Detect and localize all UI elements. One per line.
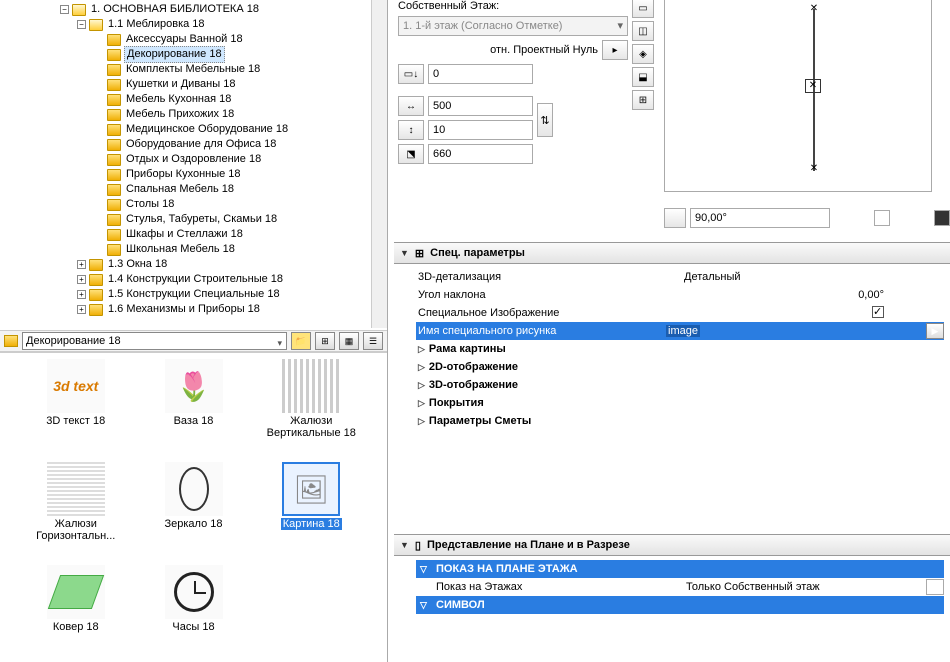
- tree-root[interactable]: −1. ОСНОВНАЯ БИБЛИОТЕКА 18: [60, 2, 385, 17]
- tree-item[interactable]: Кушетки и Диваны 18: [107, 77, 385, 92]
- angle-icon: [664, 208, 686, 228]
- browse-button[interactable]: ▶: [926, 323, 944, 339]
- tree-item[interactable]: Мебель Прихожих 18: [107, 107, 385, 122]
- z-input[interactable]: [428, 64, 533, 84]
- list-item[interactable]: Жалюзи Вертикальные 18: [265, 359, 357, 458]
- story-dropdown[interactable]: 1. 1-й этаж (Согласно Отметке): [398, 16, 628, 36]
- spec-group[interactable]: 2D-отображение: [416, 358, 944, 376]
- plan-sub-header[interactable]: ПОКАЗ НА ПЛАНЕ ЭТАЖА: [416, 560, 944, 578]
- list-item[interactable]: Часы 18: [148, 565, 240, 652]
- plan-row[interactable]: Показ на ЭтажахТолько Собственный этаж: [416, 578, 944, 596]
- depth-input[interactable]: [428, 144, 533, 164]
- tree-more[interactable]: +1.6 Механизмы и Приборы 18: [77, 302, 385, 317]
- height-input[interactable]: [428, 120, 533, 140]
- link-dimensions-button[interactable]: ⇅: [537, 103, 553, 137]
- mirror-v-button[interactable]: [934, 210, 950, 226]
- plan-section-body: ПОКАЗ НА ПЛАНЕ ЭТАЖА Показ на ЭтажахТоль…: [394, 556, 950, 618]
- library-tree[interactable]: −1. ОСНОВНАЯ БИБЛИОТЕКА 18 −1.1 Меблиров…: [0, 0, 387, 330]
- properties-panel: Собственный Этаж: 1. 1-й этаж (Согласно …: [394, 0, 950, 662]
- tree-item[interactable]: Оборудование для Офиса 18: [107, 137, 385, 152]
- tree-item[interactable]: Шкафы и Стеллажи 18: [107, 227, 385, 242]
- preview-canvas[interactable]: ✕ ✕ ✕: [664, 0, 932, 192]
- view-small-icons-button[interactable]: ▦: [339, 332, 359, 350]
- tree-item-selected[interactable]: Декорирование 18: [107, 47, 385, 62]
- tree-more[interactable]: +1.5 Конструкции Специальные 18: [77, 287, 385, 302]
- depth-icon: ⬔: [398, 144, 424, 164]
- tree-item[interactable]: Спальная Мебель 18: [107, 182, 385, 197]
- spec-group[interactable]: Покрытия: [416, 394, 944, 412]
- tree-item[interactable]: Отдых и Оздоровление 18: [107, 152, 385, 167]
- story-picker-button[interactable]: [926, 579, 944, 595]
- tree-more[interactable]: +1.4 Конструкции Строительные 18: [77, 272, 385, 287]
- tree-item[interactable]: Приборы Кухонные 18: [107, 167, 385, 182]
- tool-3d-icon[interactable]: ◫: [632, 21, 654, 41]
- height-icon: ↕: [398, 120, 424, 140]
- spec-row[interactable]: Специальное Изображение: [416, 304, 944, 322]
- list-item[interactable]: Зеркало 18: [148, 462, 240, 561]
- tree-item[interactable]: Стулья, Табуреты, Скамьи 18: [107, 212, 385, 227]
- list-item[interactable]: Ковер 18: [30, 565, 122, 652]
- list-item-selected[interactable]: 🖼Картина 18: [265, 462, 357, 561]
- tree-item[interactable]: Мебель Кухонная 18: [107, 92, 385, 107]
- plan-section-icon: ▯: [415, 539, 421, 552]
- library-panel: −1. ОСНОВНАЯ БИБЛИОТЕКА 18 −1.1 Меблиров…: [0, 0, 388, 662]
- list-item[interactable]: 🌷Ваза 18: [148, 359, 240, 458]
- collapse-icon: ▼: [400, 540, 409, 550]
- plan-section-header[interactable]: ▼ ▯ Представление на Плане и в Разрезе: [394, 534, 950, 556]
- spec-checkbox[interactable]: [872, 306, 884, 318]
- preview-tools: ▭ ◫ ◈ ⬓ ⊞: [632, 0, 656, 113]
- plan-section-title: Представление на Плане и в Разрезе: [427, 539, 630, 551]
- plan-sub-header[interactable]: СИМВОЛ: [416, 596, 944, 614]
- list-item[interactable]: 3d text3D текст 18: [30, 359, 122, 458]
- spec-row[interactable]: 3D-детализацияДетальный: [416, 268, 944, 286]
- tool-plan-icon[interactable]: ▭: [632, 0, 654, 18]
- tree-item[interactable]: Аксессуары Ванной 18: [107, 32, 385, 47]
- view-list-button[interactable]: ☰: [363, 332, 383, 350]
- z-icon: ▭↓: [398, 64, 424, 84]
- spec-params-icon: ⊞: [415, 247, 424, 260]
- tree-sub1[interactable]: −1.1 Меблировка 18: [77, 17, 385, 32]
- width-input[interactable]: [428, 96, 533, 116]
- list-item[interactable]: Жалюзи Горизонтальн...: [30, 462, 122, 561]
- tree-item[interactable]: Комплекты Мебельные 18: [107, 62, 385, 77]
- folder-name-dropdown[interactable]: Декорирование 18: [22, 332, 287, 350]
- library-bar: Декорирование 18 📁 ⊞ ▦ ☰: [0, 330, 387, 352]
- spec-group[interactable]: Рама картины: [416, 340, 944, 358]
- tree-item[interactable]: Медицинское Оборудование 18: [107, 122, 385, 137]
- view-large-icons-button[interactable]: ⊞: [315, 332, 335, 350]
- spec-row[interactable]: Угол наклона0,00°: [416, 286, 944, 304]
- vertical-scrollbar[interactable]: [371, 0, 387, 328]
- spec-row-selected[interactable]: Имя специального рисункаimage▶: [416, 322, 944, 340]
- folder-icon: [4, 335, 18, 347]
- spec-params-title: Спец. параметры: [430, 247, 525, 259]
- thumbnails-grid: 3d text3D текст 18 🌷Ваза 18 Жалюзи Верти…: [0, 352, 387, 658]
- collapse-icon: ▼: [400, 248, 409, 258]
- mirror-h-button[interactable]: [874, 210, 890, 226]
- tree-item[interactable]: Столы 18: [107, 197, 385, 212]
- view-folder-button[interactable]: 📁: [291, 332, 311, 350]
- tool-mesh-icon[interactable]: ⊞: [632, 90, 654, 110]
- angle-input[interactable]: [690, 208, 830, 228]
- own-story-label: Собственный Этаж:: [398, 0, 499, 12]
- spec-params-body: 3D-детализацияДетальный Угол наклона0,00…: [394, 264, 950, 434]
- spec-group[interactable]: 3D-отображение: [416, 376, 944, 394]
- spec-params-header[interactable]: ▼ ⊞ Спец. параметры: [394, 242, 950, 264]
- rel-zero-label: отн. Проектный Нуль: [490, 44, 598, 56]
- spec-group[interactable]: Параметры Сметы: [416, 412, 944, 430]
- tree-item[interactable]: Школьная Мебель 18: [107, 242, 385, 257]
- tool-elev-icon[interactable]: ⬓: [632, 67, 654, 87]
- width-icon: ↔: [398, 96, 424, 116]
- rel-zero-menu[interactable]: ▸: [602, 40, 628, 60]
- tree-more[interactable]: +1.3 Окна 18: [77, 257, 385, 272]
- tool-axo-icon[interactable]: ◈: [632, 44, 654, 64]
